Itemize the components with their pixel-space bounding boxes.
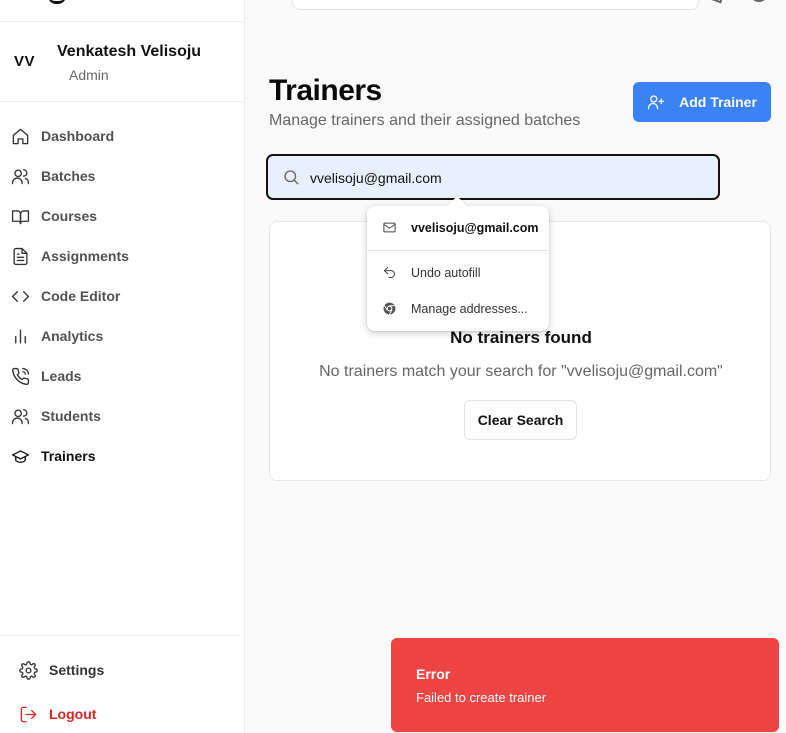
sidebar-item-leads[interactable]: Leads	[0, 356, 245, 396]
sidebar-footer: Settings Logout	[0, 635, 245, 733]
search-input[interactable]	[310, 168, 710, 188]
autofill-divider	[367, 250, 549, 251]
sidebar-item-dashboard[interactable]: Dashboard	[0, 116, 245, 156]
sidebar-item-students[interactable]: Students	[0, 396, 245, 436]
sidebar-item-label: Code Editor	[41, 288, 121, 304]
sidebar-item-label: Leads	[41, 368, 82, 384]
settings-button[interactable]: Settings	[18, 660, 104, 680]
logout-button[interactable]: Logout	[18, 704, 96, 724]
sidebar-nav: Dashboard Batches Courses Assignments Co…	[0, 116, 245, 476]
sidebar-item-trainers[interactable]: Trainers	[0, 436, 245, 476]
sidebar-item-batches[interactable]: Batches	[0, 156, 245, 196]
phone-icon	[10, 366, 30, 386]
sidebar-item-code-editor[interactable]: Code Editor	[0, 276, 245, 316]
profile-name: Venkatesh Velisoju	[57, 43, 202, 60]
chrome-icon	[382, 301, 398, 317]
notification-icon[interactable]	[711, 0, 725, 4]
manage-addresses-option[interactable]: Manage addresses...	[367, 291, 549, 327]
home-icon	[10, 126, 30, 146]
sidebar-item-label: Analytics	[41, 328, 104, 344]
search-icon	[282, 168, 300, 186]
empty-state-title: No trainers found	[450, 328, 592, 347]
settings-label: Settings	[49, 662, 105, 678]
autofill-email-label: vvelisoju@gmail.com	[411, 221, 539, 235]
user-plus-icon	[647, 93, 665, 111]
user-menu-icon[interactable]	[750, 0, 768, 2]
autofill-email-option[interactable]: vvelisoju@gmail.com	[367, 210, 549, 246]
logout-icon	[18, 704, 38, 724]
logout-label: Logout	[49, 706, 97, 722]
autofill-dropdown: vvelisoju@gmail.com Undo autofill Manage…	[367, 206, 549, 331]
global-search-input[interactable]	[292, 0, 699, 10]
undo-icon	[382, 265, 398, 281]
sidebar-item-courses[interactable]: Courses	[0, 196, 245, 236]
gear-icon	[18, 660, 38, 680]
undo-autofill-label: Undo autofill	[411, 266, 481, 280]
page-title: Trainers	[269, 74, 382, 107]
users-icon	[10, 166, 30, 186]
sidebar-item-label: Batches	[41, 168, 96, 184]
mail-icon	[382, 220, 398, 236]
sidebar-item-analytics[interactable]: Analytics	[0, 316, 245, 356]
sidebar-item-label: Courses	[41, 208, 98, 224]
empty-state-message: No trainers match your search for "vveli…	[319, 363, 723, 380]
undo-autofill-option[interactable]: Undo autofill	[367, 255, 549, 291]
sidebar-item-label: Students	[41, 408, 101, 424]
sidebar-item-label: Dashboard	[41, 128, 115, 144]
logo-fragment	[0, 0, 245, 22]
bar-chart-icon	[10, 326, 30, 346]
sidebar-item-label: Assignments	[41, 248, 129, 264]
clear-search-button[interactable]: Clear Search	[464, 400, 577, 440]
toast-title: Error	[416, 666, 451, 682]
file-text-icon	[10, 246, 30, 266]
sidebar-item-label: Trainers	[41, 448, 96, 464]
manage-addresses-label: Manage addresses...	[411, 302, 528, 316]
profile-role: Admin	[69, 67, 109, 83]
sidebar-item-assignments[interactable]: Assignments	[0, 236, 245, 276]
user-profile: VV Venkatesh Velisoju Admin	[0, 22, 245, 102]
book-icon	[10, 206, 30, 226]
add-trainer-button[interactable]: Add Trainer	[633, 82, 771, 122]
avatar: VV	[14, 53, 36, 70]
users-icon	[10, 406, 30, 426]
page-subtitle: Manage trainers and their assigned batch…	[269, 112, 581, 129]
toast-description: Failed to create trainer	[416, 690, 547, 705]
code-icon	[10, 286, 30, 306]
trainer-search-box	[266, 154, 720, 200]
graduation-cap-icon	[10, 446, 30, 466]
sidebar: VV Venkatesh Velisoju Admin Dashboard Ba…	[0, 0, 245, 733]
error-toast: Error Failed to create trainer	[391, 638, 779, 732]
add-trainer-label: Add Trainer	[679, 94, 757, 110]
